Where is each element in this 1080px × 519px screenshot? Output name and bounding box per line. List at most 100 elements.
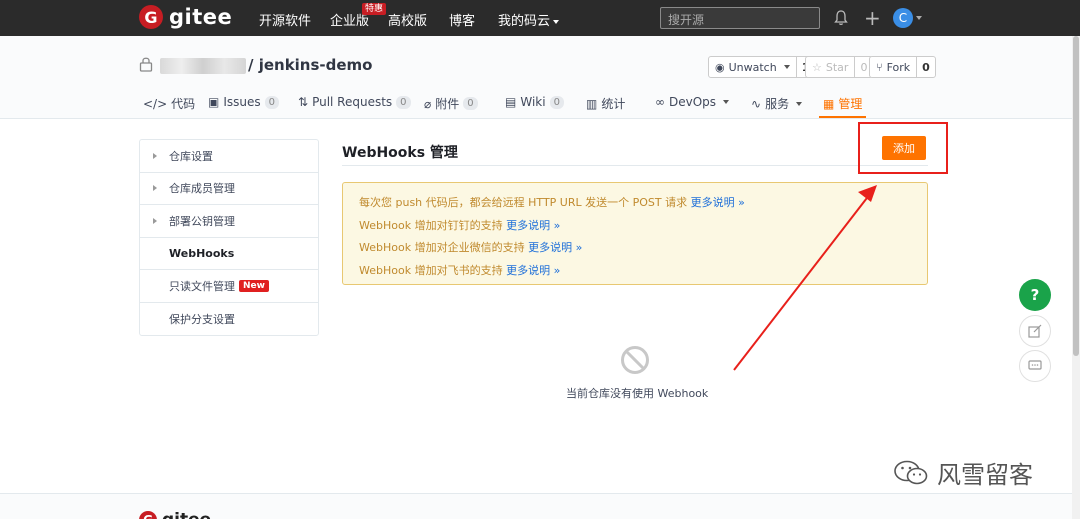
caret-right-icon — [153, 217, 157, 224]
issues-count: 0 — [264, 95, 280, 109]
notice-text: WebHook 增加对企业微信的支持 — [359, 241, 529, 254]
repo-owner-blurred[interactable] — [160, 58, 246, 74]
tab-issues-label: Issues — [223, 95, 261, 109]
tab-code[interactable]: </> 代码 — [143, 95, 195, 112]
repo-name[interactable]: / jenkins-demo — [248, 56, 373, 74]
gitee-logo-icon: G — [139, 5, 163, 29]
gitee-logo-icon: G — [139, 511, 157, 519]
chat-button[interactable] — [1019, 350, 1051, 382]
tab-attachments[interactable]: ⌀ 附件 0 — [424, 95, 478, 112]
wiki-icon: ▤ — [505, 95, 517, 109]
nav-mycloud-label: 我的码云 — [498, 14, 551, 29]
notice-line: WebHook 增加对飞书的支持 更多说明 » — [359, 260, 911, 283]
code-icon: </> — [143, 96, 168, 111]
empty-state-text: 当前仓库没有使用 Webhook — [566, 387, 709, 400]
lock-icon — [139, 57, 153, 72]
paperclip-icon: ⌀ — [424, 96, 432, 111]
unwatch-label: Unwatch — [728, 60, 777, 74]
repo-header: / jenkins-demo ◉Unwatch 1 ☆Star 0 ⑂Fork … — [0, 36, 1080, 119]
tab-devops-label: DevOps — [669, 95, 717, 109]
infinity-icon: ∞ — [655, 95, 665, 109]
footer-logo-text: gitee — [162, 510, 211, 519]
more-info-link[interactable]: 更多说明 » — [691, 196, 745, 209]
tab-pulls-label: Pull Requests — [312, 95, 393, 109]
attachments-count: 0 — [463, 97, 478, 110]
plus-icon[interactable]: + — [864, 8, 881, 28]
sidebar-item-protected-branches[interactable]: 保护分支设置 — [140, 303, 318, 336]
tab-attachments-label: 附件 — [435, 97, 460, 111]
page-title: WebHooks 管理 — [342, 145, 458, 161]
wechat-icon — [894, 460, 928, 484]
tab-wiki-label: Wiki — [520, 95, 546, 109]
nav-blog[interactable]: 博客 — [449, 10, 475, 29]
new-badge: New — [239, 279, 269, 292]
fork-count[interactable]: 0 — [916, 57, 935, 77]
settings-sidebar: 仓库设置 仓库成员管理 部署公钥管理 WebHooks 只读文件管理 New 保护… — [139, 139, 319, 336]
tab-services-label: 服务 — [765, 97, 790, 111]
active-tab-indicator — [819, 116, 866, 118]
sidebar-item-label: 仓库设置 — [169, 149, 213, 163]
sidebar-item-repo-settings[interactable]: 仓库设置 — [140, 140, 318, 173]
tab-stats-label: 统计 — [601, 97, 626, 111]
sidebar-item-label: 保护分支设置 — [169, 312, 235, 326]
sidebar-item-label: 部署公钥管理 — [169, 214, 235, 228]
tab-manage[interactable]: ▦ 管理 — [823, 95, 862, 112]
footer: G gitee — [0, 494, 1080, 519]
notice-text: 每次您 push 代码后，都会给远程 HTTP URL 发送一个 POST 请求 — [359, 196, 691, 209]
sidebar-item-label: 只读文件管理 — [169, 279, 235, 293]
sidebar-item-webhooks[interactable]: WebHooks — [140, 238, 318, 270]
fork-button[interactable]: ⑂ Fork 0 — [869, 56, 936, 78]
help-button[interactable]: ? — [1019, 279, 1051, 311]
caret-right-icon — [153, 185, 157, 192]
tab-code-label: 代码 — [171, 97, 196, 111]
chevron-down-icon — [796, 101, 803, 106]
fork-icon: ⑂ — [876, 60, 883, 74]
tab-wiki[interactable]: ▤ Wiki 0 — [505, 95, 564, 109]
nav-education[interactable]: 高校版 — [388, 10, 427, 29]
star-label: Star — [825, 60, 849, 74]
bell-icon[interactable] — [834, 10, 848, 26]
enterprise-promo-badge: 特惠 — [362, 3, 387, 15]
settings-doc-icon: ▦ — [823, 96, 835, 111]
bar-chart-icon: ▥ — [586, 96, 598, 111]
tab-issues[interactable]: ▣ Issues 0 — [208, 95, 280, 109]
avatar[interactable]: C — [893, 8, 913, 28]
pulls-count: 0 — [396, 95, 411, 109]
sidebar-item-readonly-files[interactable]: 只读文件管理 New — [140, 270, 318, 303]
more-info-link[interactable]: 更多说明 » — [506, 219, 560, 232]
edit-icon — [1028, 324, 1042, 338]
notice-line: WebHook 增加对企业微信的支持 更多说明 » — [359, 237, 911, 260]
eye-icon: ◉ — [715, 60, 725, 74]
sidebar-item-members[interactable]: 仓库成员管理 — [140, 173, 318, 205]
fork-label: Fork — [886, 60, 911, 74]
more-info-link[interactable]: 更多说明 » — [506, 264, 560, 277]
feedback-edit-button[interactable] — [1019, 315, 1051, 347]
sidebar-item-label: WebHooks — [169, 246, 235, 260]
notice-text: WebHook 增加对钉钉的支持 — [359, 218, 507, 232]
gitee-logo[interactable]: G gitee — [139, 5, 232, 29]
search-input[interactable]: 搜开源 — [660, 7, 820, 29]
scrollbar-thumb[interactable] — [1073, 36, 1079, 356]
notice-line: WebHook 增加对钉钉的支持 更多说明 » — [359, 215, 911, 238]
tab-services[interactable]: ∿ 服务 — [751, 95, 803, 112]
chevron-down-icon — [783, 65, 790, 69]
pulse-icon: ∿ — [751, 96, 762, 111]
tab-devops[interactable]: ∞ DevOps — [655, 95, 730, 109]
star-button[interactable]: ☆ Star 0 — [805, 56, 874, 78]
divider — [342, 165, 928, 166]
nav-mycloud[interactable]: 我的码云 — [498, 10, 560, 29]
chevron-down-icon — [553, 19, 560, 24]
unwatch-button[interactable]: ◉Unwatch 1 — [708, 56, 816, 78]
tab-pull-requests[interactable]: ⇅ Pull Requests 0 — [298, 95, 411, 109]
avatar-chevron-down-icon[interactable] — [916, 16, 922, 20]
tab-manage-label: 管理 — [838, 97, 863, 111]
notice-line: 每次您 push 代码后，都会给远程 HTTP URL 发送一个 POST 请求… — [359, 192, 911, 215]
top-navbar: G gitee 开源软件 企业版 特惠 高校版 博客 我的码云 搜开源 + C — [0, 0, 1080, 36]
footer-logo[interactable]: G gitee — [139, 510, 211, 519]
more-info-link[interactable]: 更多说明 » — [528, 241, 582, 254]
sidebar-item-deploy-keys[interactable]: 部署公钥管理 — [140, 205, 318, 238]
tab-stats[interactable]: ▥ 统计 — [586, 95, 625, 112]
star-icon: ☆ — [812, 60, 822, 74]
notice-text: WebHook 增加对飞书的支持 — [359, 263, 507, 277]
nav-opensource[interactable]: 开源软件 — [259, 10, 311, 29]
